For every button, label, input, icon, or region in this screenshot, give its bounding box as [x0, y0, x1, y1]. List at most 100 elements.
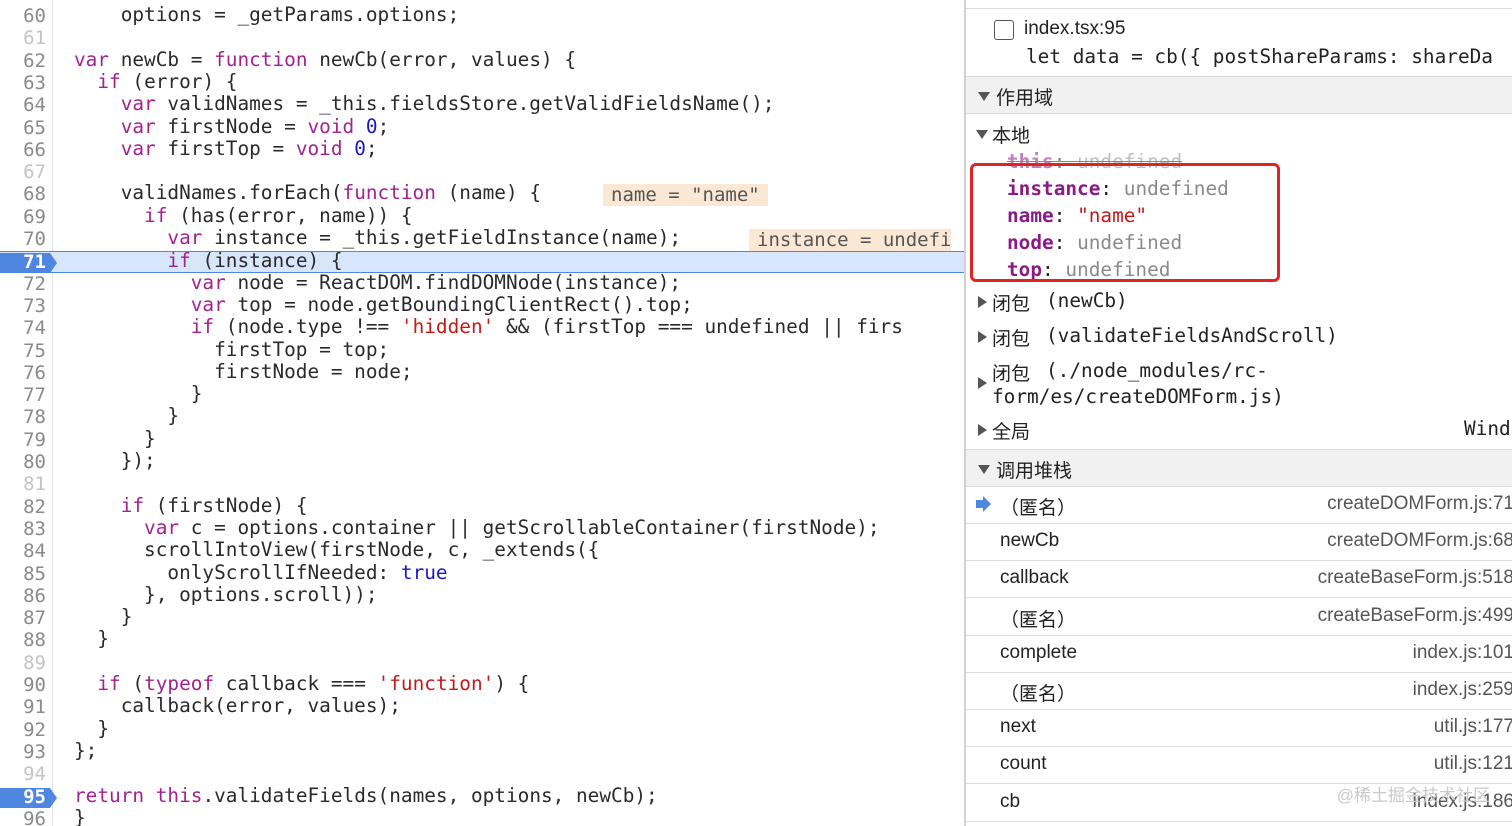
- line-number[interactable]: 64: [0, 94, 46, 116]
- frame-location[interactable]: createBaseForm.js:499: [1318, 605, 1512, 627]
- frame-location[interactable]: createBaseForm.js:518: [1318, 567, 1512, 589]
- line-number[interactable]: 65: [0, 117, 46, 139]
- frame-function-name: （匿名）: [1000, 498, 1077, 519]
- callstack-frame[interactable]: next util.js:177: [966, 710, 1512, 748]
- global-scope-row[interactable]: 全局 Wind: [966, 414, 1512, 448]
- line-number[interactable]: 62: [0, 50, 46, 72]
- frame-location[interactable]: util.js:121: [1434, 753, 1512, 775]
- code-text: var instance = _this.getFieldInstance(na…: [167, 226, 682, 249]
- code-text: onlyScrollIfNeeded: true: [74, 560, 448, 584]
- collapsed-triangle-icon: [978, 377, 987, 389]
- line-number[interactable]: 85: [0, 563, 46, 585]
- closure-row[interactable]: 闭包 (newCb): [966, 286, 1512, 320]
- callstack-frame[interactable]: （匿名） createBaseForm.js:499: [966, 599, 1512, 636]
- callstack-frame[interactable]: complete index.js:101: [966, 636, 1512, 673]
- debugger-sidebar: index.tsx:95 let data = cb({ postSharePa…: [964, 0, 1512, 826]
- closure-row[interactable]: 闭包 (validateFieldsAndScroll): [966, 320, 1512, 354]
- line-number[interactable]: 93: [0, 741, 46, 763]
- callstack-frame[interactable]: （匿名） index.js:259: [966, 673, 1512, 710]
- closure-value-continued: form/es/createDOMForm.js): [992, 385, 1284, 408]
- code-line: 92 }: [0, 717, 964, 742]
- code-text: firstTop = top;: [74, 337, 390, 361]
- frame-function-name: next: [1000, 716, 1036, 738]
- code-text: scrollIntoView(firstNode, c, _extends({: [74, 538, 600, 562]
- frame-location[interactable]: createDOMForm.js:71: [1327, 493, 1512, 515]
- line-number[interactable]: 89: [0, 652, 46, 674]
- line-number[interactable]: 83: [0, 518, 46, 540]
- line-number[interactable]: 60: [0, 5, 46, 27]
- line-number: 71: [23, 251, 46, 274]
- line-number[interactable]: 84: [0, 540, 46, 562]
- line-number[interactable]: 69: [0, 206, 46, 228]
- local-scope-title: 本地: [992, 126, 1031, 147]
- line-number[interactable]: 74: [0, 317, 46, 339]
- line-number[interactable]: 91: [0, 696, 46, 718]
- code-text: }: [74, 426, 156, 450]
- line-number[interactable]: 72: [0, 273, 46, 295]
- line-number[interactable]: 79: [0, 429, 46, 451]
- code-line: 95 return this.validateFields(names, opti…: [0, 783, 964, 809]
- line-number[interactable]: 90: [0, 674, 46, 696]
- line-number[interactable]: 87: [0, 607, 46, 629]
- current-frame-arrow-icon: [976, 496, 992, 517]
- line-number[interactable]: 75: [0, 340, 46, 362]
- code-line: 87 }: [0, 605, 964, 630]
- line-number[interactable]: 67: [0, 161, 46, 183]
- expand-triangle-icon: [978, 465, 990, 474]
- code-text: return this.validateFields(names, option…: [74, 783, 658, 807]
- code-text: firstNode = node;: [74, 359, 413, 383]
- breakpoint-file[interactable]: index.tsx:95: [1024, 18, 1125, 40]
- frame-location[interactable]: createDOMForm.js:68: [1327, 530, 1512, 552]
- inline-value-hint: instance = undefi: [749, 229, 952, 251]
- line-number[interactable]: 61: [0, 27, 46, 49]
- code-text: if (typeof callback === 'function') {: [97, 672, 530, 695]
- collapsed-triangle-icon: [978, 296, 987, 308]
- code-text: var firstTop = void 0;: [120, 136, 378, 160]
- line-number[interactable]: 86: [0, 585, 46, 607]
- breakpoint-marker[interactable]: 95: [0, 786, 58, 809]
- code-text: }: [74, 605, 133, 629]
- line-number[interactable]: 77: [0, 384, 46, 406]
- line-number[interactable]: 78: [0, 406, 46, 428]
- line-number[interactable]: 73: [0, 295, 46, 317]
- frame-function-name: （匿名）: [1000, 684, 1077, 705]
- line-number[interactable]: 96: [0, 808, 46, 826]
- global-label: 全局: [992, 422, 1031, 443]
- frame-location[interactable]: util.js:177: [1434, 716, 1512, 738]
- line-number[interactable]: 68: [0, 183, 46, 205]
- collapsed-triangle-icon: [978, 331, 987, 343]
- callstack-section-header[interactable]: 调用堆栈: [966, 449, 1512, 487]
- callstack-frame[interactable]: callback createBaseForm.js:518: [966, 561, 1512, 599]
- line-number[interactable]: 94: [0, 763, 46, 785]
- code-text: var firstNode = void 0;: [120, 114, 390, 138]
- line-number[interactable]: 63: [0, 72, 46, 94]
- code-text: var top = node.getBoundingClientRect().t…: [190, 292, 693, 316]
- code-text: if (has(error, name)) {: [144, 203, 413, 227]
- paused-line-marker[interactable]: 71: [0, 251, 58, 274]
- line-number[interactable]: 92: [0, 719, 46, 741]
- closure-value: (validateFieldsAndScroll): [1046, 324, 1338, 347]
- local-scope-header[interactable]: 本地: [966, 116, 1512, 150]
- code-text: }, options.scroll));: [74, 582, 378, 606]
- line-number[interactable]: 88: [0, 629, 46, 651]
- line-number[interactable]: 81: [0, 473, 46, 495]
- scope-section-header[interactable]: 作用域: [966, 76, 1512, 114]
- line-number[interactable]: 80: [0, 451, 46, 473]
- closure-value: (newCb): [1046, 289, 1128, 312]
- frame-function-name: count: [1000, 753, 1047, 775]
- closure-label: 闭包: [992, 329, 1031, 350]
- callstack-frame[interactable]: count util.js:121: [966, 747, 1512, 785]
- frame-location[interactable]: index.js:259: [1413, 679, 1512, 701]
- line-number[interactable]: 82: [0, 496, 46, 518]
- frame-location[interactable]: index.js:101: [1413, 642, 1512, 664]
- callstack-frame[interactable]: newCb createDOMForm.js:68: [966, 524, 1512, 562]
- line-number[interactable]: 76: [0, 362, 46, 384]
- line-number[interactable]: 70: [0, 228, 46, 250]
- code-text: options = _getParams.options;: [74, 3, 460, 26]
- callstack-frame[interactable]: （匿名） createDOMForm.js:71: [966, 487, 1512, 524]
- code-line: 91 callback(error, values);: [0, 695, 964, 719]
- code-text: validNames.forEach(function (name) {: [74, 181, 541, 205]
- line-number[interactable]: 66: [0, 139, 46, 161]
- breakpoint-checkbox[interactable]: [994, 20, 1014, 40]
- closure-row[interactable]: 闭包 (./node_modules/rc- form/es/createDOM…: [966, 356, 1512, 412]
